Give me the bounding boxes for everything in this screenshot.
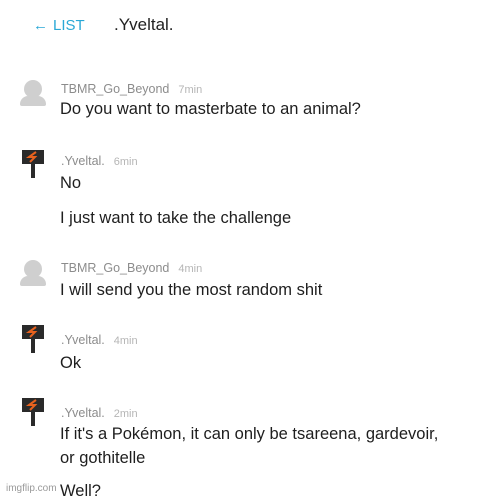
message-text: I just want to take the challenge <box>60 209 292 227</box>
message-text: Well? <box>60 482 101 500</box>
yveltal-avatar-icon[interactable] <box>20 398 46 426</box>
message-text: I will send you the most random shit <box>60 281 323 299</box>
message-text: If it's a Pokémon, it can only be tsaree… <box>60 425 439 443</box>
chat-title: .Yveltal. <box>114 15 174 34</box>
username[interactable]: .Yveltal. <box>61 154 105 168</box>
timestamp: 4min <box>113 335 138 347</box>
default-avatar-icon[interactable] <box>20 80 46 106</box>
message-meta: .Yveltal. 4min <box>61 331 138 349</box>
message-meta: TBMR_Go_Beyond 7min <box>61 80 202 98</box>
username[interactable]: .Yveltal. <box>61 406 105 420</box>
back-label: LIST <box>53 17 85 34</box>
back-to-list-button[interactable]: ← LIST <box>33 17 85 34</box>
back-arrow-icon: ← <box>33 17 48 34</box>
message-text: Do you want to masterbate to an animal? <box>60 100 361 118</box>
yveltal-avatar-icon[interactable] <box>20 325 46 353</box>
timestamp: 2min <box>113 408 138 420</box>
message-text: Ok <box>60 354 82 372</box>
yveltal-avatar-icon[interactable] <box>20 150 46 178</box>
timestamp: 4min <box>178 263 203 275</box>
timestamp: 7min <box>178 84 203 96</box>
message-meta: TBMR_Go_Beyond 4min <box>61 259 202 277</box>
timestamp: 6min <box>113 156 138 168</box>
chat-header: ← LIST .Yveltal. <box>0 0 500 50</box>
default-avatar-icon[interactable] <box>20 260 46 286</box>
watermark: imgflip.com <box>6 483 57 494</box>
message-meta: .Yveltal. 6min <box>61 152 138 170</box>
username[interactable]: .Yveltal. <box>61 333 105 347</box>
message-text: No <box>60 174 82 192</box>
message-text: or gothitelle <box>60 449 146 467</box>
message-meta: .Yveltal. 2min <box>61 404 138 422</box>
username[interactable]: TBMR_Go_Beyond <box>61 82 169 96</box>
username[interactable]: TBMR_Go_Beyond <box>61 261 169 275</box>
